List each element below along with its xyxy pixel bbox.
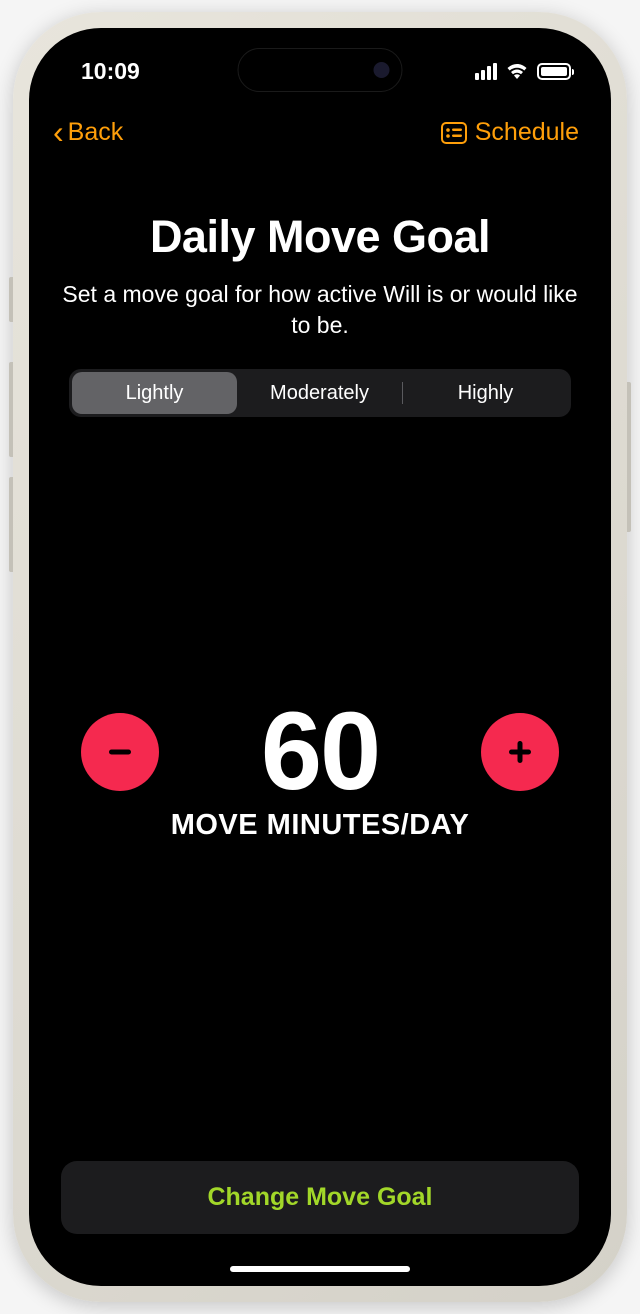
segment-moderately[interactable]: Moderately: [237, 372, 402, 414]
goal-stepper: 60 MOVE MINUTES/DAY: [61, 377, 579, 1161]
minus-icon: [103, 735, 137, 769]
cellular-signal-icon: [475, 63, 497, 80]
phone-volume-down: [9, 477, 13, 572]
phone-volume-up: [9, 362, 13, 457]
change-move-goal-button[interactable]: Change Move Goal: [61, 1161, 579, 1234]
content: Daily Move Goal Set a move goal for how …: [29, 159, 611, 1286]
phone-frame: 10:09: [13, 12, 627, 1302]
segment-highly[interactable]: Highly: [403, 372, 568, 414]
status-time: 10:09: [81, 58, 140, 85]
goal-unit: MOVE MINUTES/DAY: [171, 809, 470, 842]
nav-bar: ‹ Back Schedule: [29, 98, 611, 159]
page-subtitle: Set a move goal for how active Will is o…: [61, 279, 579, 341]
schedule-button[interactable]: Schedule: [441, 118, 579, 147]
segment-lightly[interactable]: Lightly: [72, 372, 237, 414]
activity-level-segment[interactable]: Lightly Moderately Highly: [69, 369, 571, 417]
schedule-label: Schedule: [475, 118, 579, 147]
chevron-left-icon: ‹: [53, 114, 64, 151]
schedule-icon: [441, 122, 467, 144]
status-indicators: [475, 62, 571, 80]
goal-value: 60: [261, 697, 379, 807]
home-indicator[interactable]: [230, 1266, 410, 1272]
stepper-row: 60: [61, 697, 579, 807]
increment-button[interactable]: [481, 713, 559, 791]
dynamic-island: [238, 48, 403, 92]
plus-icon: [503, 735, 537, 769]
screen: 10:09: [29, 28, 611, 1286]
wifi-icon: [505, 62, 529, 80]
phone-power-button: [627, 382, 631, 532]
back-label: Back: [68, 118, 124, 147]
battery-icon: [537, 63, 571, 80]
decrement-button[interactable]: [81, 713, 159, 791]
page-title: Daily Move Goal: [61, 211, 579, 263]
front-camera: [374, 62, 390, 78]
phone-silence-switch: [9, 277, 13, 322]
back-button[interactable]: ‹ Back: [53, 114, 123, 151]
